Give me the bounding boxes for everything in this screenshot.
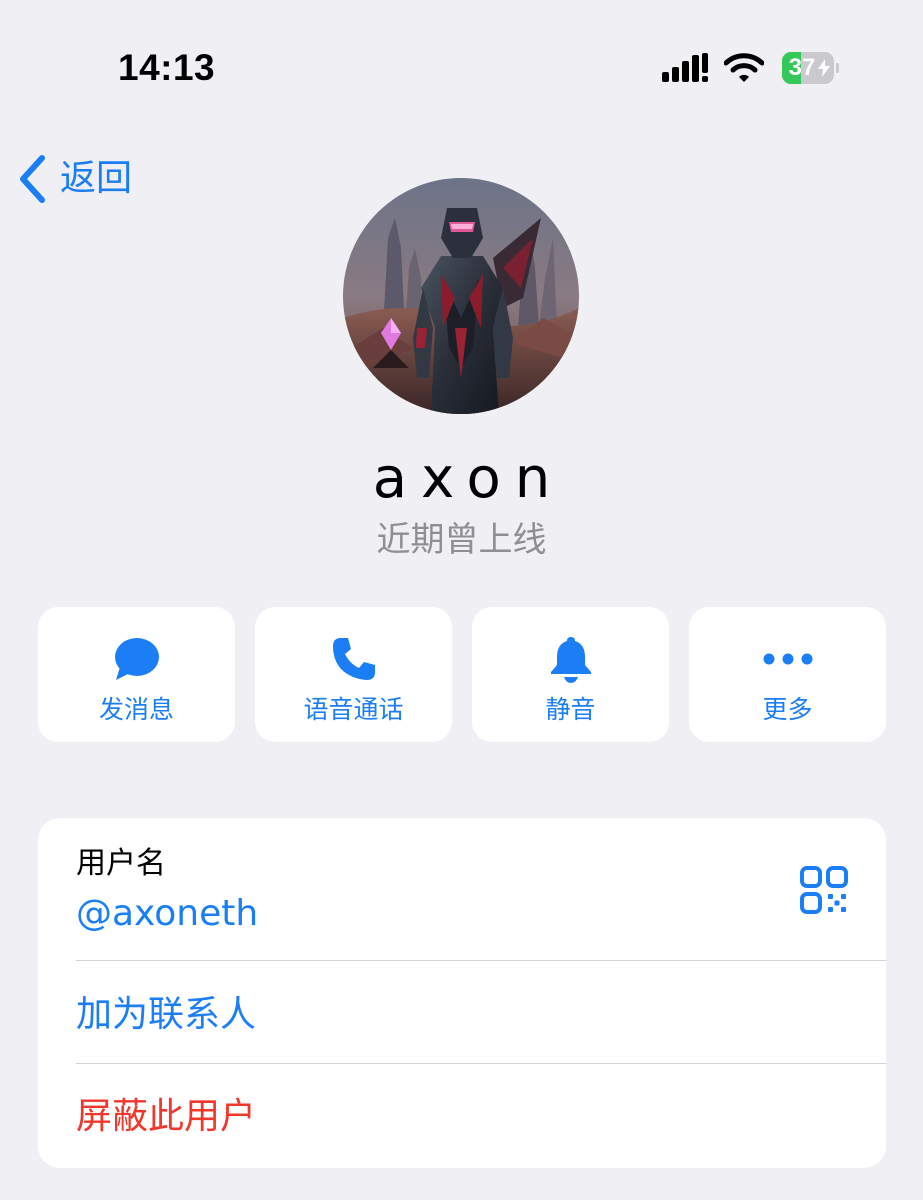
- profile-status: 近期曾上线: [376, 520, 547, 560]
- mute-button[interactable]: 静音: [472, 607, 669, 742]
- status-time: 14:13: [118, 47, 216, 88]
- profile-name: axon: [372, 446, 565, 511]
- add-contact-button[interactable]: 加为联系人: [76, 990, 256, 1040]
- info-card: 用户名 @axoneth 加为联系人 屏蔽此用户: [38, 818, 886, 1168]
- chevron-left-icon: [20, 155, 45, 203]
- avatar[interactable]: [343, 178, 579, 414]
- divider: [76, 1063, 886, 1064]
- block-user-button[interactable]: 屏蔽此用户: [76, 1092, 256, 1142]
- username-label: 用户名: [76, 846, 166, 881]
- charging-bolt-icon: [818, 59, 830, 77]
- send-message-button[interactable]: 发消息: [38, 607, 235, 742]
- battery-indicator: 37: [782, 52, 839, 84]
- username-value[interactable]: @axoneth: [76, 892, 258, 936]
- qr-code-icon[interactable]: [800, 866, 848, 914]
- phone-icon: [332, 638, 375, 680]
- back-button[interactable]: 返回: [18, 152, 132, 206]
- send-message-label: 发消息: [98, 695, 174, 724]
- message-bubble-icon: [114, 638, 159, 680]
- voice-call-button[interactable]: 语音通话: [255, 607, 452, 742]
- voice-call-label: 语音通话: [303, 695, 404, 724]
- more-button[interactable]: 更多: [689, 607, 886, 742]
- back-label: 返回: [60, 158, 133, 199]
- bell-icon: [550, 637, 591, 683]
- mute-label: 静音: [545, 695, 596, 724]
- battery-percentage: 37: [788, 54, 816, 81]
- divider: [76, 960, 886, 961]
- more-dots-icon: [763, 653, 812, 665]
- cellular-signal-icon: [662, 53, 708, 82]
- more-label: 更多: [762, 695, 813, 724]
- wifi-icon: [724, 53, 764, 82]
